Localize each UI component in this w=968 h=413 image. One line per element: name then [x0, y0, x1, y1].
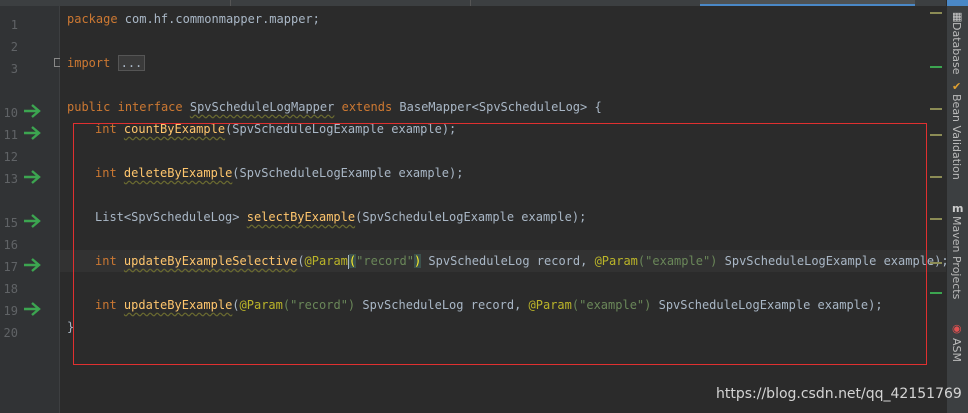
line-number: 12 [3, 150, 18, 164]
line-number: 20 [3, 326, 18, 340]
line-gutter: 1 2 3 10 11 12 13 15 16 17 18 19 20 [0, 6, 60, 413]
line-number: 18 [3, 282, 18, 296]
keyword: public [67, 100, 111, 114]
line-number: 15 [3, 216, 18, 230]
interface-name: SpvScheduleLogMapper [189, 100, 335, 114]
keyword: interface [117, 100, 183, 114]
asm-icon: ◉ [952, 322, 962, 335]
tool-tab-database[interactable]: Database [950, 22, 963, 75]
scroll-marker [930, 292, 942, 294]
scroll-marker [930, 218, 942, 220]
line-number: 17 [3, 260, 18, 274]
implemented-arrow-icon[interactable] [22, 298, 44, 320]
line-number: 19 [3, 304, 18, 318]
watermark: https://blog.csdn.net/qq_42151769 [716, 386, 962, 402]
scroll-marker [930, 66, 942, 68]
line-number: 2 [10, 40, 18, 54]
scroll-marker [930, 262, 942, 264]
line-number: 10 [3, 106, 18, 120]
implemented-arrow-icon[interactable] [22, 210, 44, 232]
code-text: com.hf.commonmapper.mapper; [117, 12, 320, 26]
bean-validation-icon: ✔ [952, 80, 962, 93]
line-number: 16 [3, 238, 18, 252]
line-number: 1 [10, 18, 18, 32]
implemented-arrow-icon[interactable] [22, 100, 44, 122]
line-number: 3 [10, 62, 18, 76]
code-line-1[interactable]: package com.hf.commonmapper.mapper; [67, 8, 320, 30]
folded-imports[interactable]: ... [117, 55, 146, 71]
tool-bar-indicator [947, 0, 968, 6]
implemented-arrow-icon[interactable] [22, 166, 44, 188]
implemented-arrow-icon[interactable] [22, 122, 44, 144]
scroll-marker [930, 108, 942, 110]
highlight-box [73, 123, 927, 365]
keyword: import [67, 56, 111, 70]
code-line-10[interactable]: public interface SpvScheduleLogMapper ex… [67, 96, 602, 118]
line-number: 11 [3, 128, 18, 142]
database-icon: ▦ [952, 10, 963, 23]
keyword: package [67, 12, 118, 26]
code-text: BaseMapper<SpvScheduleLog> { [392, 100, 602, 114]
keyword: extends [341, 100, 393, 114]
scroll-marker [930, 176, 942, 178]
line-number: 13 [3, 172, 18, 186]
scroll-marker [930, 134, 942, 136]
implemented-arrow-icon[interactable] [22, 254, 44, 276]
maven-icon: m [952, 202, 964, 215]
tool-tab-asm[interactable]: ASM [950, 338, 963, 362]
tool-tab-bean-validation[interactable]: Bean Validation [950, 94, 963, 180]
code-line-3[interactable]: import ... [67, 52, 146, 74]
scroll-marker [930, 12, 942, 14]
right-tool-window-bar: ▦ Database ✔ Bean Validation m Maven Pro… [946, 0, 968, 413]
tool-tab-maven-projects[interactable]: Maven Projects [950, 216, 963, 299]
